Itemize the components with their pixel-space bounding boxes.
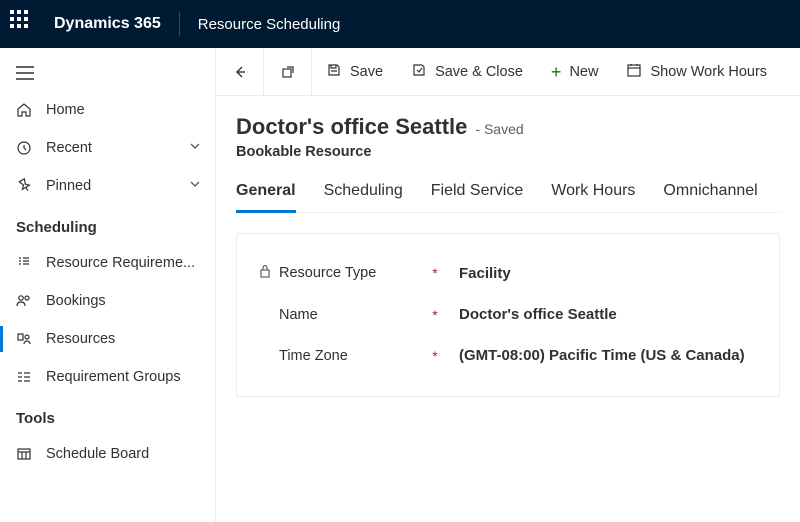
sidebar-item-label: Bookings [46,293,106,309]
field-label-text: Time Zone [279,348,348,364]
command-label: Save [350,64,383,80]
record-entity: Bookable Resource [236,144,780,160]
sidebar-item-schedule-board[interactable]: Schedule Board [0,435,215,473]
command-label: Save & Close [435,64,523,80]
sidebar-item-label: Pinned [46,178,91,194]
field-label-text: Name [279,307,318,323]
required-indicator: * [429,348,441,364]
required-indicator: * [429,265,441,281]
tabs: General Scheduling Field Service Work Ho… [236,182,780,213]
resource-type-value[interactable]: Facility [459,265,511,282]
field-name: Name * Doctor's office Seattle [259,294,757,335]
sidebar-item-home[interactable]: Home [0,91,215,129]
requirements-icon [14,255,34,271]
name-value[interactable]: Doctor's office Seattle [459,306,617,323]
sidebar-item-label: Home [46,102,85,118]
command-label: New [569,64,598,80]
save-button[interactable]: Save [312,48,397,95]
field-timezone: Time Zone * (GMT-08:00) Pacific Time (US… [259,335,757,376]
resources-icon [14,331,34,347]
field-label-text: Resource Type [279,265,376,281]
sidebar-item-pinned[interactable]: Pinned [0,167,215,205]
sidebar-section-scheduling: Scheduling [0,205,215,244]
pin-icon [14,178,34,194]
save-close-icon [411,62,427,82]
chevron-down-icon [189,140,201,156]
tab-work-hours[interactable]: Work Hours [551,182,635,212]
show-work-hours-button[interactable]: Show Work Hours [612,48,781,95]
home-icon [14,102,34,118]
command-bar: Save Save & Close + New Show Work Hours [216,48,800,96]
sidebar-section-tools: Tools [0,396,215,435]
sidebar-item-resource-requirements[interactable]: Resource Requireme... [0,244,215,282]
brand-name: Dynamics 365 [54,15,161,33]
sidebar-item-label: Resources [46,331,115,347]
app-area-name[interactable]: Resource Scheduling [198,16,341,33]
command-label: Show Work Hours [650,64,767,80]
sidebar: Home Recent Pinned Scheduling [0,48,216,522]
save-close-button[interactable]: Save & Close [397,48,537,95]
required-indicator: * [429,307,441,323]
save-icon [326,62,342,82]
lock-icon [259,264,271,282]
app-launcher-icon[interactable] [10,10,38,38]
tab-omnichannel[interactable]: Omnichannel [663,182,757,212]
new-button[interactable]: + New [537,48,613,95]
clock-icon [14,140,34,156]
sidebar-item-resources[interactable]: Resources [0,320,215,358]
plus-icon: + [551,63,562,81]
sidebar-item-label: Schedule Board [46,446,149,462]
form-card: Resource Type * Facility Name * Doctor's… [236,233,780,397]
field-resource-type: Resource Type * Facility [259,252,757,294]
hamburger-icon[interactable] [0,56,215,91]
sidebar-item-label: Recent [46,140,92,156]
sidebar-item-label: Resource Requireme... [46,255,195,271]
sidebar-item-label: Requirement Groups [46,369,181,385]
back-button[interactable] [216,48,264,95]
record-title: Doctor's office Seattle [236,114,467,140]
sidebar-item-recent[interactable]: Recent [0,129,215,167]
sidebar-item-bookings[interactable]: Bookings [0,282,215,320]
open-new-window-button[interactable] [264,48,312,95]
schedule-board-icon [14,446,34,462]
calendar-icon [626,62,642,82]
timezone-value[interactable]: (GMT-08:00) Pacific Time (US & Canada) [459,347,745,364]
tab-general[interactable]: General [236,182,296,213]
tab-field-service[interactable]: Field Service [431,182,523,212]
chevron-down-icon [189,178,201,194]
sidebar-item-requirement-groups[interactable]: Requirement Groups [0,358,215,396]
topbar-separator [179,12,180,36]
record-status: - Saved [475,121,523,137]
people-icon [14,293,34,309]
groups-icon [14,369,34,385]
tab-scheduling[interactable]: Scheduling [324,182,403,212]
